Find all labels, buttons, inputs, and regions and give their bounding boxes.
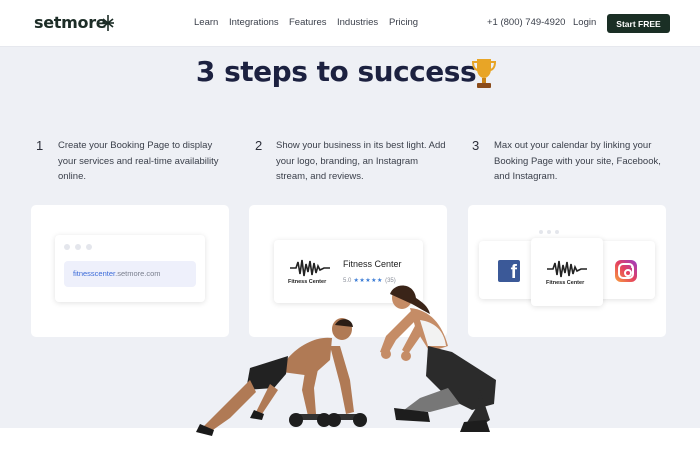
- brand-logo-text[interactable]: setmore: [34, 13, 107, 32]
- tile-window-dots: [539, 230, 559, 234]
- tile-logo-text: Fitness Center: [546, 280, 585, 286]
- business-title: Fitness Center: [343, 259, 402, 269]
- start-free-button[interactable]: Start FREE: [607, 14, 670, 33]
- step-number-2: 2: [255, 138, 263, 153]
- login-link[interactable]: Login: [573, 17, 596, 28]
- browser-mockup: fitnesscenter.setmore.com: [55, 235, 205, 302]
- page-title: 3 steps to success: [0, 55, 700, 88]
- step-number-3: 3: [472, 138, 480, 153]
- phone-number-link[interactable]: +1 (800) 749-4920: [487, 17, 565, 28]
- browser-window-dots: [64, 244, 92, 250]
- booking-page-tile: Fitness Center: [531, 230, 603, 306]
- trophy-icon: [471, 59, 497, 88]
- facebook-icon: f: [498, 260, 520, 282]
- athletes-photo: [196, 285, 496, 436]
- nav-link-integrations[interactable]: Integrations: [229, 17, 279, 28]
- instagram-icon: [615, 260, 637, 282]
- top-navigation-bar: setmore Learn Integrations Features Indu…: [0, 0, 700, 47]
- booking-url-bar: fitnesscenter.setmore.com: [64, 261, 196, 287]
- nav-link-industries[interactable]: Industries: [337, 17, 378, 28]
- step-text-2: Show your business in its best light. Ad…: [276, 140, 446, 182]
- step-text-1: Create your Booking Page to display your…: [58, 140, 219, 182]
- instagram-tile: [595, 241, 655, 299]
- url-subdomain: fitnesscenter: [73, 269, 116, 278]
- setmore-logo-icon[interactable]: [101, 14, 115, 32]
- fitness-pulse-logo-icon: [290, 259, 330, 277]
- step-number-1: 1: [36, 138, 44, 153]
- page-title-text: 3 steps to success: [195, 55, 477, 88]
- nav-link-features[interactable]: Features: [289, 17, 327, 28]
- fitness-pulse-logo-icon: [547, 260, 587, 278]
- nav-link-pricing[interactable]: Pricing: [389, 17, 418, 28]
- nav-link-learn[interactable]: Learn: [194, 17, 218, 28]
- url-domain: .setmore.com: [115, 269, 161, 278]
- step-text-3: Max out your calendar by linking your Bo…: [494, 140, 661, 182]
